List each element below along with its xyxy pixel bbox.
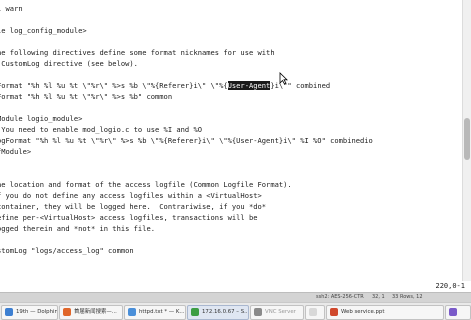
- ssh-status-bar: ssh2: AES-256-CTR 32, 1 33 Rows, 12: [0, 292, 471, 302]
- taskbar-item-browser[interactable]: 首届新闻搜索—...: [59, 305, 123, 320]
- text-editor-icon: [128, 308, 136, 316]
- taskbar: 19th — Dolphin 首届新闻搜索—... httpd.txt * — …: [0, 302, 471, 320]
- cursor-position: 220,0-1: [435, 282, 465, 290]
- ssh-cipher: ssh2: AES-256-CTR: [316, 294, 364, 300]
- mouse-pointer-icon: [279, 70, 288, 85]
- taskbar-item-blank[interactable]: [305, 305, 325, 320]
- app-icon: [449, 308, 457, 316]
- taskbar-item-dolphin[interactable]: 19th — Dolphin: [1, 305, 58, 320]
- ssh-rows: 33 Rows, 12: [392, 294, 423, 300]
- vertical-scrollbar[interactable]: [462, 0, 471, 281]
- taskbar-item-vnc[interactable]: VNC Server: [250, 305, 304, 320]
- presentation-icon: [330, 308, 338, 316]
- taskbar-item-presentation[interactable]: Web service.ppt: [326, 305, 444, 320]
- browser-icon: [63, 308, 71, 316]
- selected-text[interactable]: User-Agent: [227, 81, 271, 90]
- code-line: efine per-<VirtualHost> access logfiles,…: [0, 213, 258, 222]
- vim-status-line: 220,0-1: [0, 281, 471, 292]
- code-line: CustomLog directive (see below).: [0, 59, 138, 68]
- code-line: You need to enable mod_logio.c to use %I…: [0, 125, 202, 134]
- taskbar-item-kate[interactable]: httpd.txt * — K...: [124, 305, 186, 320]
- code-line: f you do not define any access logfiles …: [0, 191, 262, 200]
- vim-editor[interactable]: l warn le log_config_module> he followin…: [0, 0, 471, 281]
- folder-icon: [5, 308, 13, 316]
- code-before-selection: Format "%h %l %u %t \"%r\" %>s %b \"%{Re…: [0, 81, 228, 90]
- window-icon: [309, 308, 317, 316]
- terminal-icon: [191, 308, 199, 316]
- vnc-icon: [254, 308, 262, 316]
- code-line: fModule>: [0, 147, 32, 156]
- code-line: he following directives define some form…: [0, 48, 275, 57]
- code-line: l warn: [0, 4, 23, 13]
- code-line: Format "%h %l %u %t \"%r\" %>s %b" commo…: [0, 92, 173, 101]
- code-line: ogFormat "%h %l %u %t \"%r\" %>s %b \"%{…: [0, 136, 373, 145]
- code-line: Module logio_module>: [0, 114, 83, 123]
- code-line: he location and format of the access log…: [0, 180, 292, 189]
- taskbar-item-app[interactable]: [445, 305, 471, 320]
- code-line: le log_config_module>: [0, 26, 87, 35]
- code-line: container, they will be logged here. Con…: [0, 202, 267, 211]
- code-line: stomLog "logs/access_log" common: [0, 246, 134, 255]
- scrollbar-thumb[interactable]: [464, 118, 470, 160]
- code-line: ogged therein and *not* in this file.: [0, 224, 156, 233]
- taskbar-item-ssh[interactable]: 172.16.0.67 – S...: [187, 305, 249, 320]
- ssh-position: 32, 1: [372, 294, 385, 300]
